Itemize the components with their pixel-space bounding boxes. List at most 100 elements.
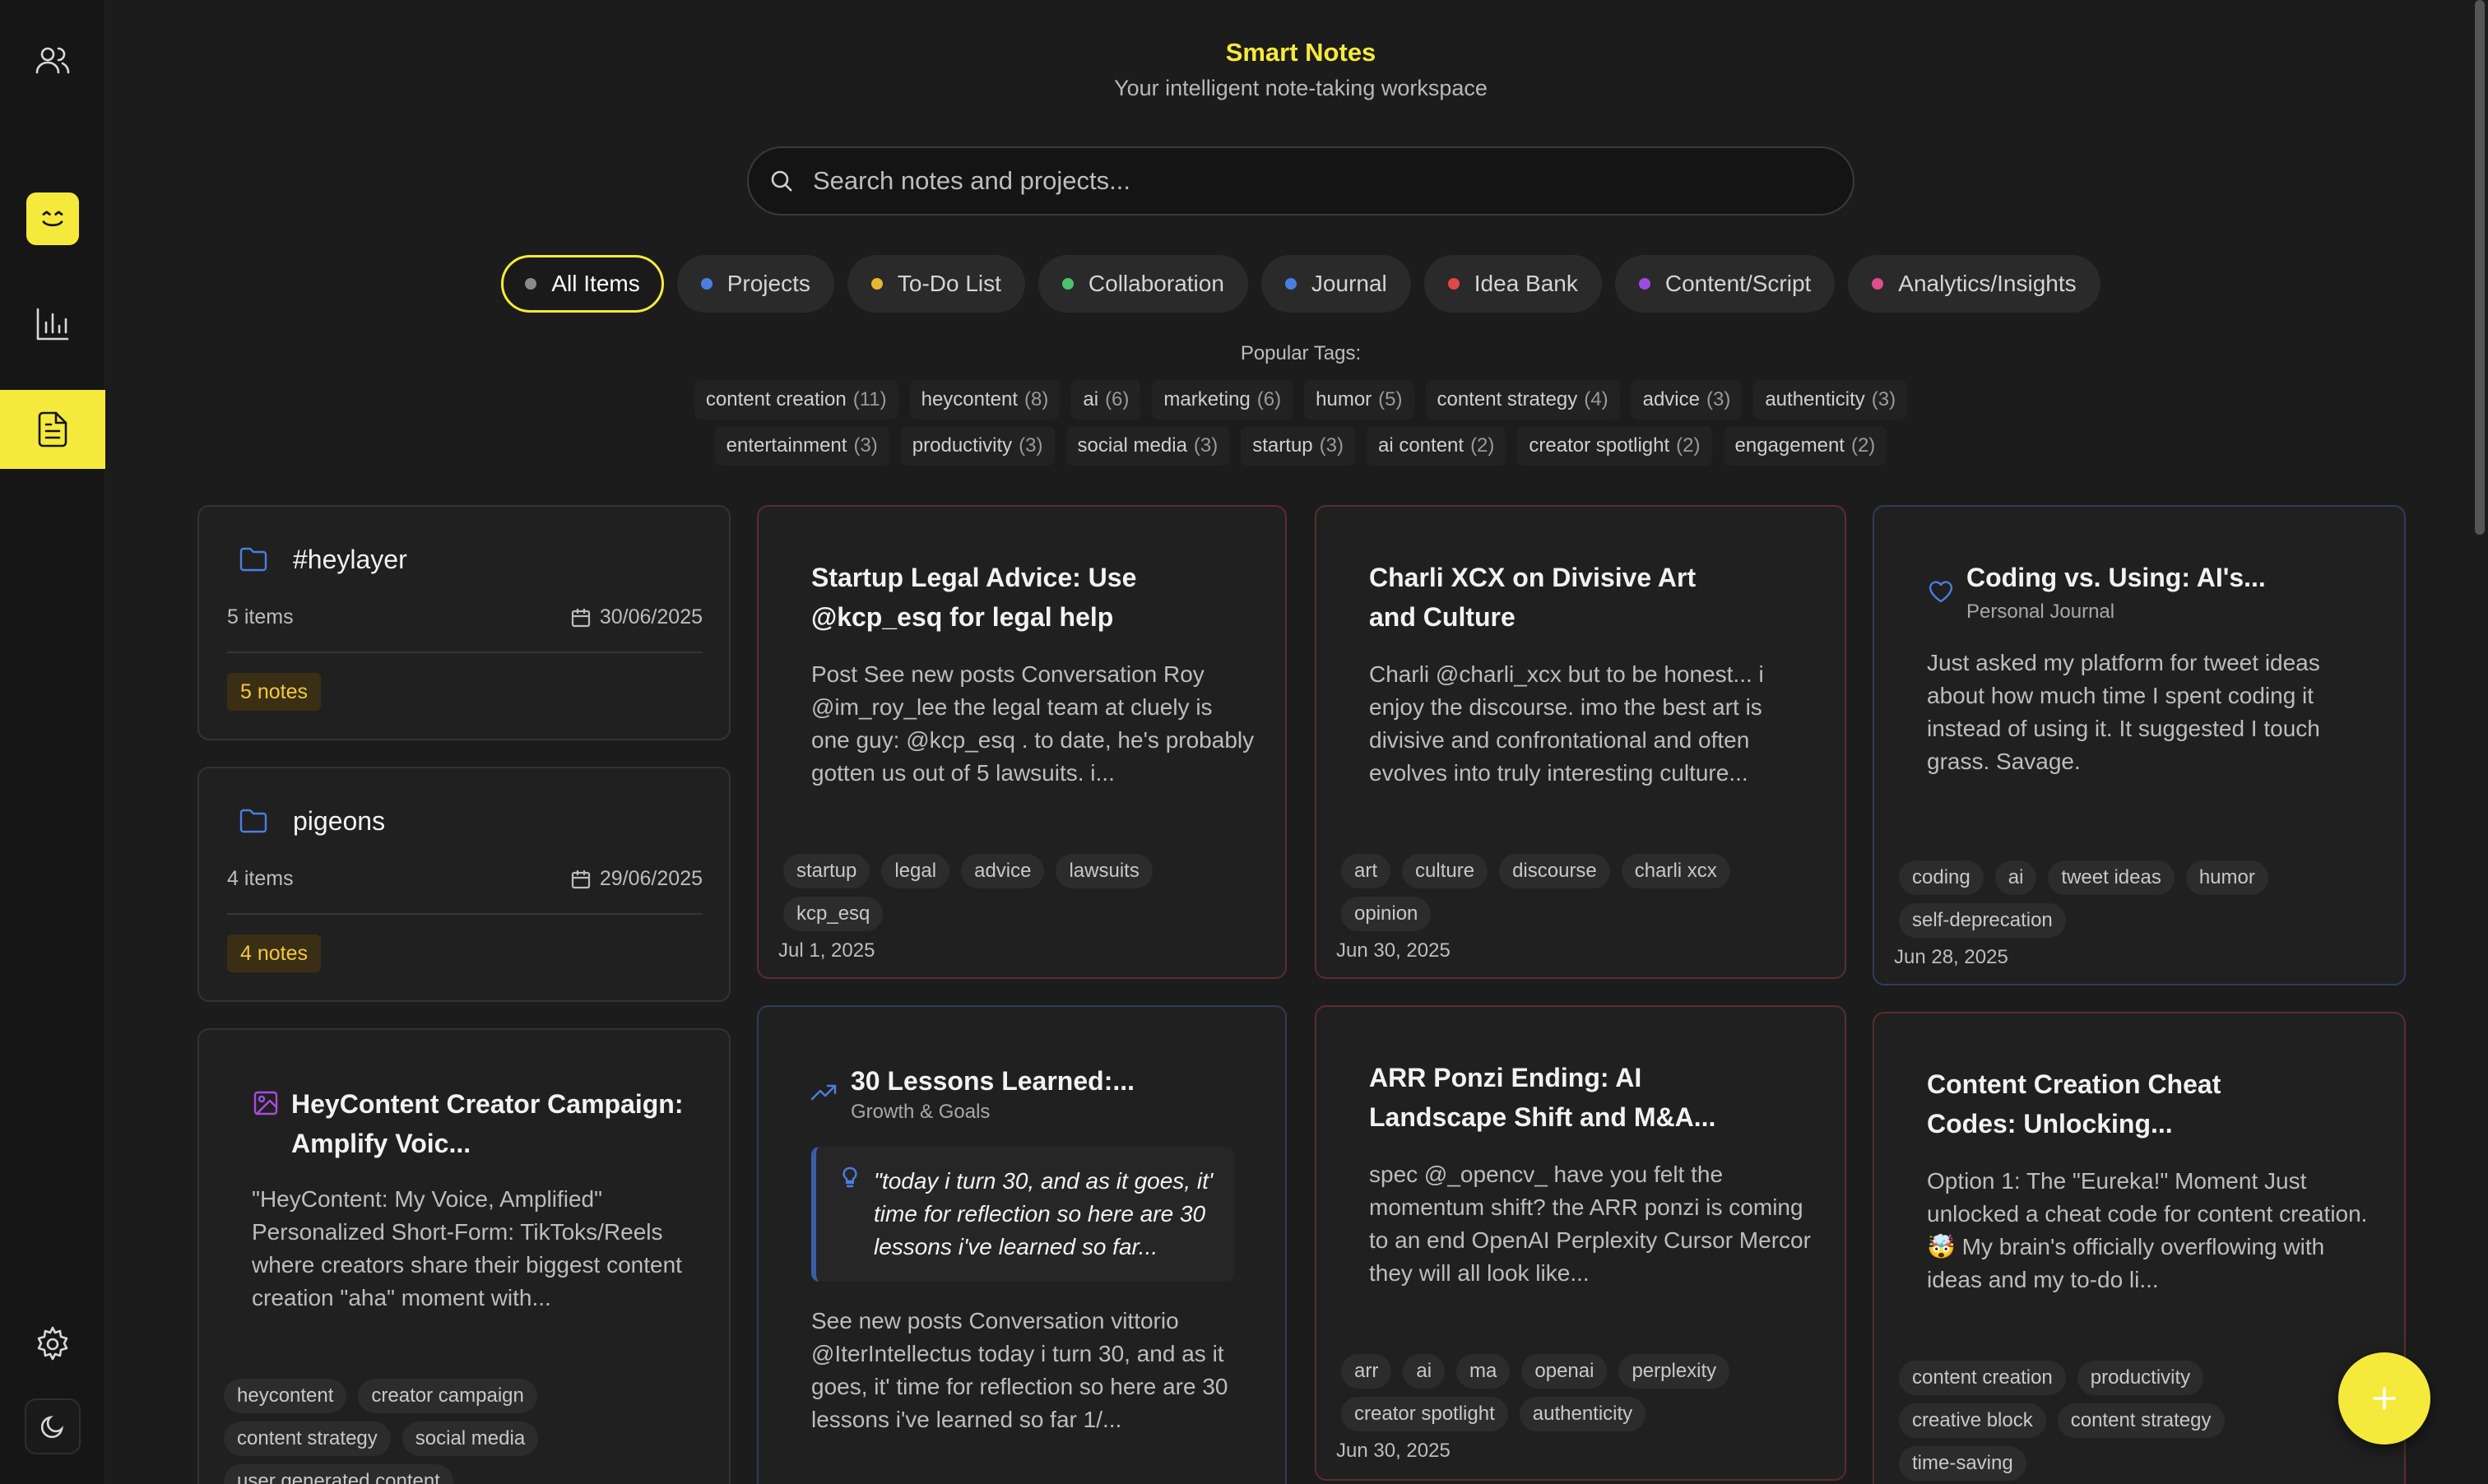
lightbulb-icon xyxy=(842,1166,857,1188)
note-preview: spec @_opencv_ have you felt the momentu… xyxy=(1369,1162,1811,1286)
note-tag[interactable]: content strategy xyxy=(2057,1403,2225,1438)
note-card[interactable]: Startup Legal Advice: Use @kcp_esq for l… xyxy=(757,505,1287,979)
bar-chart-icon xyxy=(36,308,69,341)
popular-tag[interactable]: ai (6) xyxy=(1071,380,1141,420)
note-tag[interactable]: creator spotlight xyxy=(1341,1397,1508,1431)
popular-tag[interactable]: entertainment (3) xyxy=(714,426,889,466)
filter-idea-bank[interactable]: Idea Bank xyxy=(1423,255,1602,313)
filter-label: To-Do List xyxy=(897,271,1001,296)
note-tag[interactable]: content strategy xyxy=(224,1421,391,1456)
note-card[interactable]: HeyContent Creator Campaign: Amplify Voi… xyxy=(197,1028,731,1484)
popular-tag[interactable]: humor (5) xyxy=(1304,380,1414,420)
note-card[interactable]: ARR Ponzi Ending: AI Landscape Shift and… xyxy=(1315,1005,1846,1481)
popular-tag[interactable]: marketing (6) xyxy=(1152,380,1293,420)
note-tag[interactable]: legal xyxy=(881,854,950,888)
note-tag[interactable]: kcp_esq xyxy=(783,897,884,931)
folder-card[interactable]: pigeons 4 items 29/06/2025 4 notes xyxy=(197,767,731,1002)
note-tag[interactable]: authenticity xyxy=(1519,1397,1646,1431)
note-tag[interactable]: lawsuits xyxy=(1056,854,1153,888)
note-tag[interactable]: charli xcx xyxy=(1621,854,1730,888)
filter-dot xyxy=(1061,278,1074,290)
scrollbar[interactable] xyxy=(2475,0,2485,535)
note-card[interactable]: Content Creation Cheat Codes: Unlocking.… xyxy=(1873,1012,2406,1484)
popular-tag[interactable]: productivity (3) xyxy=(900,426,1055,466)
note-tag[interactable]: creator campaign xyxy=(358,1379,537,1413)
filter-collaboration[interactable]: Collaboration xyxy=(1037,255,1248,313)
settings-button[interactable] xyxy=(0,1305,105,1384)
filter-dot xyxy=(700,278,713,290)
note-tag[interactable]: culture xyxy=(1402,854,1488,888)
filter-projects[interactable]: Projects xyxy=(676,255,834,313)
filter-dot xyxy=(1447,278,1460,290)
popular-tag[interactable]: advice (3) xyxy=(1631,380,1743,420)
note-tag[interactable]: opinion xyxy=(1341,897,1432,931)
folder-card[interactable]: #heylayer 5 items 30/06/2025 5 notes xyxy=(197,505,731,740)
filter-todo-list[interactable]: To-Do List xyxy=(847,255,1025,313)
filter-label: Analytics/Insights xyxy=(1898,271,2077,296)
popular-tag[interactable]: ai content (2) xyxy=(1366,426,1506,466)
note-tag[interactable]: advice xyxy=(961,854,1045,888)
analytics-nav-button[interactable] xyxy=(0,285,105,364)
search-bar[interactable] xyxy=(747,146,1854,216)
popular-tag[interactable]: creator spotlight (2) xyxy=(1517,426,1712,466)
note-tag[interactable]: startup xyxy=(783,854,870,888)
notes-nav-button[interactable] xyxy=(0,390,105,469)
notes-count-badge: 5 notes xyxy=(227,673,322,711)
note-card[interactable]: Charli XCX on Divisive Art and Culture C… xyxy=(1315,505,1846,979)
note-title: Startup Legal Advice: Use @kcp_esq for l… xyxy=(811,563,1137,632)
note-tags: art culture discourse charli xcx opinion xyxy=(1341,854,1802,931)
note-card[interactable]: Coding vs. Using: AI's... Personal Journ… xyxy=(1873,505,2406,985)
note-tag[interactable]: tweet ideas xyxy=(2048,860,2175,895)
note-tags: arr ai ma openai perplexity creator spot… xyxy=(1341,1354,1802,1431)
notes-count-badge: 4 notes xyxy=(227,934,322,972)
note-tag[interactable]: creative block xyxy=(1899,1403,2046,1438)
popular-tag[interactable]: heycontent (8) xyxy=(909,380,1061,420)
note-tag[interactable]: ai xyxy=(1994,860,2037,895)
note-preview: Post See new posts Conversation Roy @im_… xyxy=(811,661,1255,786)
note-tag[interactable]: time-saving xyxy=(1899,1446,2026,1481)
add-note-button[interactable] xyxy=(2338,1352,2430,1445)
note-tag[interactable]: arr xyxy=(1341,1354,1392,1389)
users-nav-button[interactable] xyxy=(0,21,105,100)
note-tag[interactable]: self-deprecation xyxy=(1899,903,2066,938)
note-tags: coding ai tweet ideas humor self-depreca… xyxy=(1899,860,2360,938)
note-tag[interactable]: humor xyxy=(2185,860,2268,895)
note-date: Jul 1, 2025 xyxy=(778,939,875,962)
folder-name: #heylayer xyxy=(293,545,407,574)
filter-dot xyxy=(525,278,537,290)
image-icon xyxy=(253,1091,278,1115)
popular-tag[interactable]: social media (3) xyxy=(1065,426,1230,466)
note-tag[interactable]: social media xyxy=(402,1421,539,1456)
popular-tag[interactable]: content creation (11) xyxy=(694,380,898,420)
app-logo-button[interactable] xyxy=(0,179,105,258)
divider xyxy=(227,652,703,653)
popular-tag[interactable]: startup (3) xyxy=(1241,426,1355,466)
moon-icon xyxy=(40,1415,64,1439)
popular-tag[interactable]: authenticity (3) xyxy=(1753,380,1908,420)
note-tag[interactable]: productivity xyxy=(2077,1361,2204,1395)
note-tag[interactable]: coding xyxy=(1899,860,1984,895)
note-tag[interactable]: content creation xyxy=(1899,1361,2066,1395)
theme-toggle-button[interactable] xyxy=(25,1398,81,1454)
note-tag[interactable]: user generated content xyxy=(224,1464,453,1484)
note-tag[interactable]: ai xyxy=(1403,1354,1446,1389)
filter-analytics-insights[interactable]: Analytics/Insights xyxy=(1848,255,2100,313)
filter-all-items[interactable]: All Items xyxy=(501,255,664,313)
popular-tag[interactable]: engagement (2) xyxy=(1723,426,1887,466)
users-icon xyxy=(35,47,70,74)
filter-content-script[interactable]: Content/Script xyxy=(1614,255,1836,313)
note-tag[interactable]: perplexity xyxy=(1618,1354,1730,1389)
trending-up-icon xyxy=(810,1084,837,1101)
note-tag[interactable]: heycontent xyxy=(224,1379,347,1413)
page-title: Smart Notes xyxy=(1225,38,1376,67)
filter-journal[interactable]: Journal xyxy=(1260,255,1411,313)
popular-tag[interactable]: content strategy (4) xyxy=(1425,380,1620,420)
folder-date: 29/06/2025 xyxy=(570,867,703,891)
note-card[interactable]: 30 Lessons Learned:... Growth & Goals "t… xyxy=(757,1005,1287,1484)
note-tag[interactable]: discourse xyxy=(1499,854,1610,888)
note-tag[interactable]: openai xyxy=(1521,1354,1608,1389)
search-input[interactable] xyxy=(813,166,1800,196)
note-tag[interactable]: ma xyxy=(1456,1354,1511,1389)
note-tag[interactable]: art xyxy=(1341,854,1391,888)
note-title: Charli XCX on Divisive Art and Culture xyxy=(1369,563,1697,632)
